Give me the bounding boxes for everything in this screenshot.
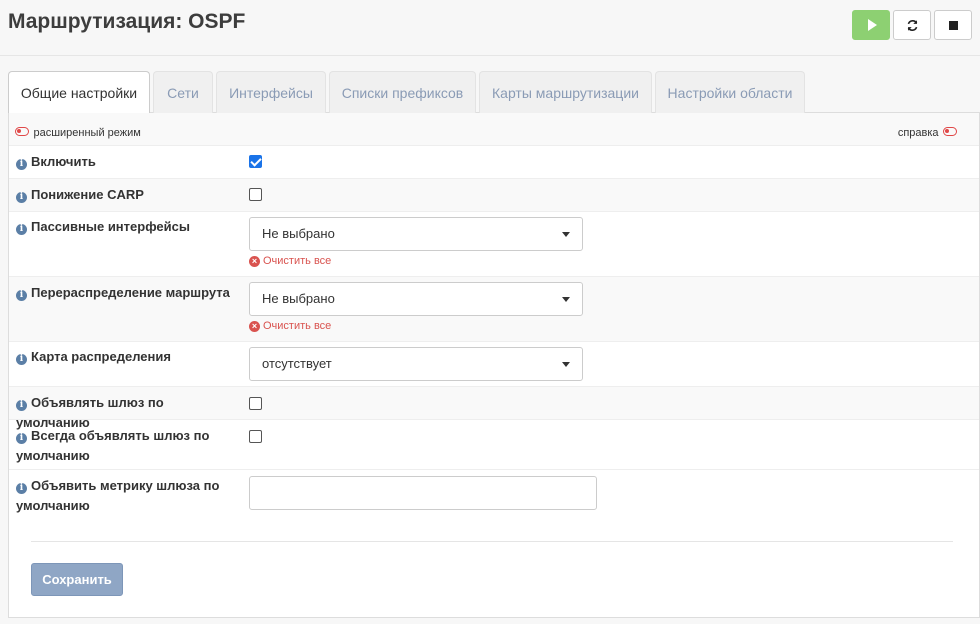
service-start-button[interactable] (852, 10, 890, 40)
info-icon[interactable]: i (16, 400, 27, 411)
page-title: Маршрутизация: OSPF (8, 10, 246, 33)
row-enable: i Включить (9, 146, 979, 179)
clear-all-link[interactable]: × Очистить все (249, 255, 331, 267)
divider (31, 541, 953, 542)
row-redistribute: i Перераспределение маршрута Не выбрано ×… (9, 277, 979, 342)
row-originate-always: i Всегда объявлять шлюз по умолчанию (9, 420, 979, 470)
info-icon[interactable]: i (16, 354, 27, 365)
tab-interfaces[interactable]: Интерфейсы (216, 71, 326, 113)
close-circle-icon: × (249, 321, 260, 332)
info-icon[interactable]: i (16, 224, 27, 235)
field-label: i Перераспределение маршрута (16, 283, 241, 303)
page-header: Маршрутизация: OSPF (0, 0, 980, 56)
settings-panel: расширенный режим справка i Включить i Пон… (8, 113, 980, 618)
service-restart-button[interactable] (893, 10, 931, 40)
info-icon[interactable]: i (16, 192, 27, 203)
field-label: i Объявить метрику шлюза по умолчанию (16, 478, 220, 513)
originate-checkbox[interactable] (249, 397, 262, 410)
originate-always-checkbox[interactable] (249, 430, 262, 443)
field-label: i Карта распределения (16, 347, 241, 367)
info-icon[interactable]: i (16, 159, 27, 170)
clear-all-link[interactable]: × Очистить все (249, 320, 331, 332)
advanced-mode-toggle[interactable]: расширенный режим (15, 123, 141, 141)
info-icon[interactable]: i (16, 290, 27, 301)
distribution-map-select[interactable]: отсутствует (249, 347, 583, 381)
field-label: i Всегда объявлять шлюз по умолчанию (16, 428, 210, 463)
row-originate: i Объявлять шлюз по умолчанию (9, 387, 979, 430)
carp-demote-checkbox[interactable] (249, 188, 262, 201)
play-icon (868, 19, 877, 31)
chevron-down-icon (562, 362, 570, 367)
refresh-icon (907, 19, 917, 31)
info-icon[interactable]: i (16, 433, 27, 444)
stop-icon (948, 20, 958, 30)
row-originate-metric: i Объявить метрику шлюза по умолчанию (9, 470, 979, 520)
passive-interfaces-select[interactable]: Не выбрано (249, 217, 583, 251)
originate-metric-input[interactable] (249, 476, 597, 510)
tab-prefix-lists[interactable]: Списки префиксов (329, 71, 476, 113)
advanced-mode-label: расширенный режим (33, 127, 141, 139)
tab-bar: Общие настройки Сети Интерфейсы Списки п… (8, 71, 980, 114)
toggle-icon (15, 127, 29, 137)
row-distribution-map: i Карта распределения отсутствует (9, 342, 979, 387)
field-label: i Включить (16, 152, 241, 172)
chevron-down-icon (562, 232, 570, 237)
service-stop-button[interactable] (934, 10, 972, 40)
toggle-icon (943, 127, 957, 137)
field-label: i Понижение CARP (16, 185, 241, 205)
mode-row: расширенный режим справка (9, 113, 979, 146)
close-circle-icon: × (249, 256, 260, 267)
redistribute-select[interactable]: Не выбрано (249, 282, 583, 316)
save-button[interactable]: Сохранить (31, 563, 123, 596)
row-passive-interfaces: i Пассивные интерфейсы Не выбрано × Очисти… (9, 212, 979, 277)
tab-networks[interactable]: Сети (153, 71, 213, 113)
help-label: справка (897, 127, 939, 139)
info-icon[interactable]: i (16, 483, 27, 494)
help-toggle[interactable]: справка (898, 123, 957, 141)
enable-checkbox[interactable] (249, 155, 262, 168)
field-label: i Пассивные интерфейсы (16, 217, 241, 237)
tab-general[interactable]: Общие настройки (8, 71, 150, 114)
tab-route-maps[interactable]: Карты маршрутизации (479, 71, 652, 113)
tab-area-settings[interactable]: Настройки области (655, 71, 805, 113)
row-carp-demote: i Понижение CARP (9, 179, 979, 212)
chevron-down-icon (562, 297, 570, 302)
